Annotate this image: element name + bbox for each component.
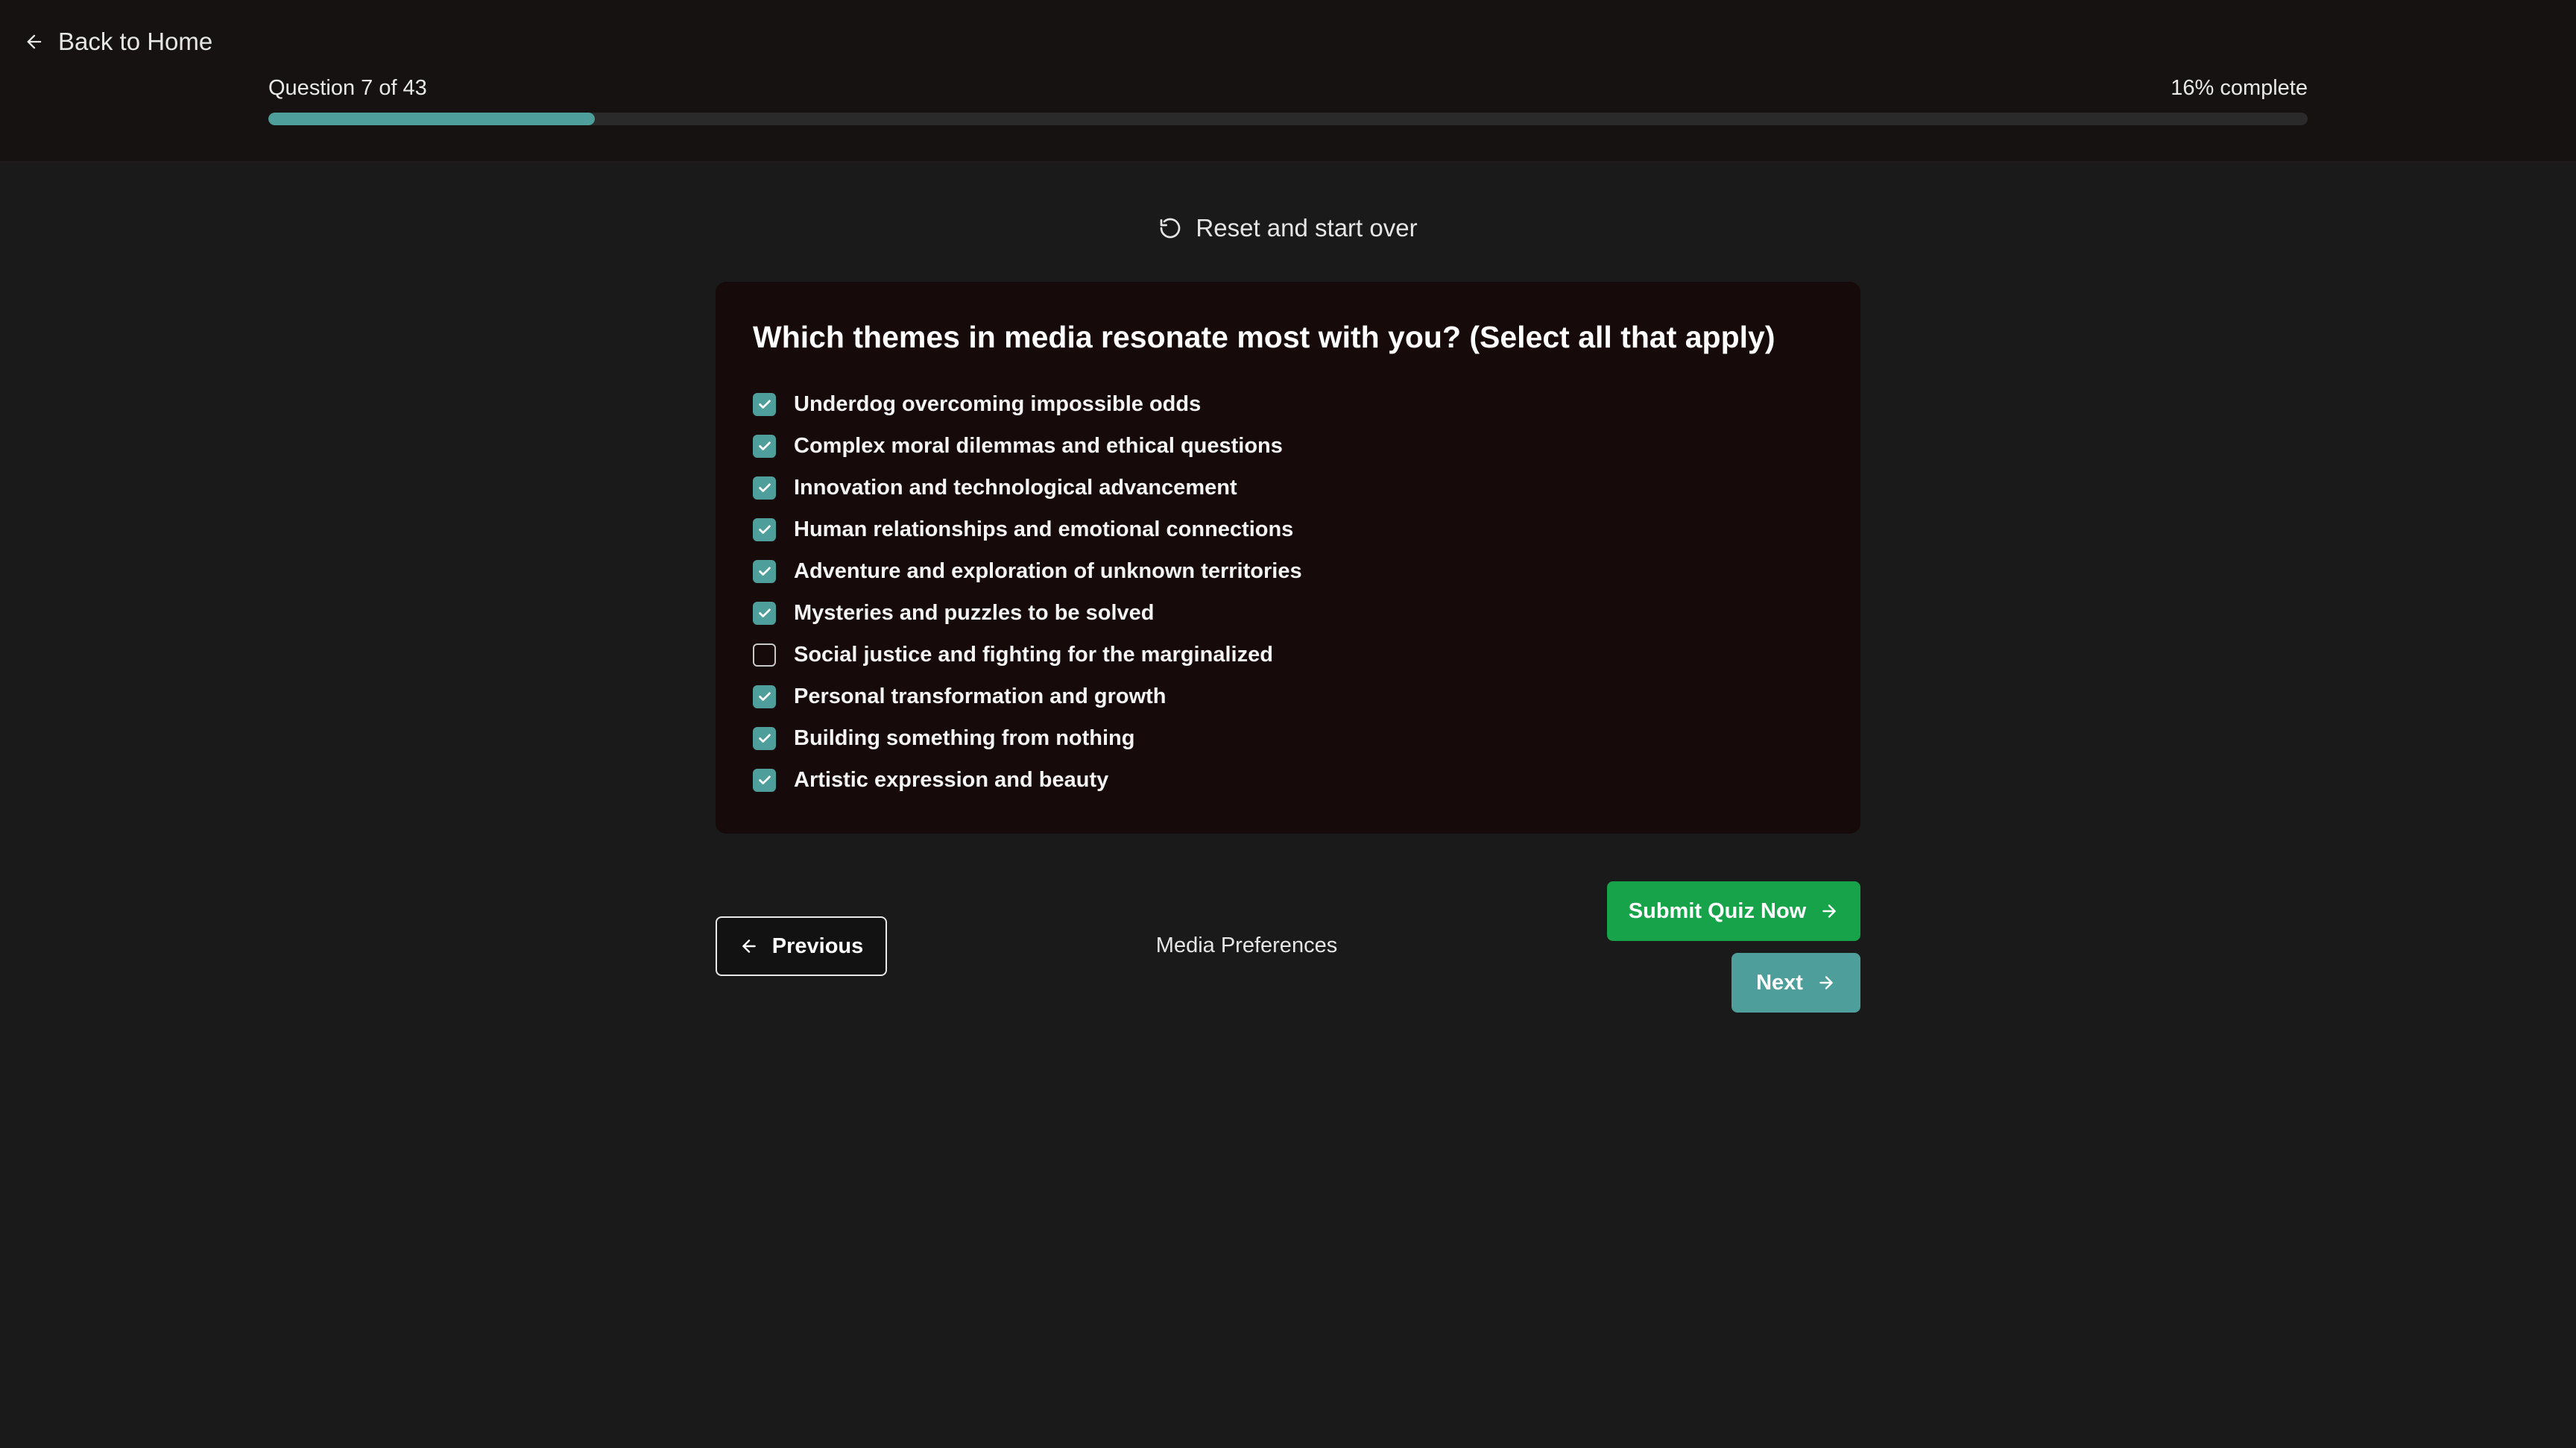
check-icon — [758, 692, 771, 701]
submit-quiz-button[interactable]: Submit Quiz Now — [1607, 881, 1860, 941]
checkbox[interactable] — [753, 726, 776, 750]
arrow-left-icon — [742, 939, 756, 953]
back-to-home-link[interactable]: Back to Home — [24, 27, 212, 57]
option-item[interactable]: Artistic expression and beauty — [753, 759, 1823, 801]
checkbox[interactable] — [753, 476, 776, 500]
checkbox[interactable] — [753, 392, 776, 416]
reset-row: Reset and start over — [0, 212, 2576, 245]
option-label: Personal transformation and growth — [794, 684, 1167, 708]
submit-label: Submit Quiz Now — [1628, 898, 1807, 923]
check-icon — [758, 400, 771, 409]
arrow-right-icon — [1819, 976, 1833, 989]
arrow-right-icon — [1822, 904, 1836, 918]
option-label: Adventure and exploration of unknown ter… — [794, 558, 1302, 583]
checkbox[interactable] — [753, 601, 776, 625]
back-to-home-label: Back to Home — [58, 28, 213, 55]
quiz-header: Back to Home Question 7 of 43 16% comple… — [0, 0, 2576, 163]
rotate-ccw-icon — [1161, 218, 1181, 239]
option-item[interactable]: Social justice and fighting for the marg… — [753, 634, 1823, 676]
option-item[interactable]: Human relationships and emotional connec… — [753, 509, 1823, 550]
question-counter: Question 7 of 43 — [268, 75, 427, 100]
check-icon — [758, 775, 771, 784]
option-label: Human relationships and emotional connec… — [794, 517, 1294, 541]
arrow-left-icon — [27, 34, 42, 49]
checkbox[interactable] — [753, 684, 776, 708]
progress-bar — [268, 113, 2308, 125]
option-item[interactable]: Complex moral dilemmas and ethical quest… — [753, 425, 1823, 467]
option-label: Mysteries and puzzles to be solved — [794, 600, 1155, 625]
progress-bar-fill — [268, 113, 595, 125]
check-icon — [758, 483, 771, 492]
option-label: Social justice and fighting for the marg… — [794, 642, 1273, 667]
checkbox[interactable] — [753, 768, 776, 792]
option-label: Complex moral dilemmas and ethical quest… — [794, 433, 1283, 458]
option-item[interactable]: Innovation and technological advancement — [753, 467, 1823, 509]
check-icon — [758, 525, 771, 534]
option-item[interactable]: Mysteries and puzzles to be solved — [753, 592, 1823, 634]
check-icon — [758, 567, 771, 576]
previous-button[interactable]: Previous — [716, 916, 887, 976]
check-icon — [758, 608, 771, 617]
reset-label: Reset and start over — [1196, 214, 1418, 242]
checkbox[interactable] — [753, 559, 776, 583]
reset-button[interactable]: Reset and start over — [1158, 214, 1418, 242]
next-label: Next — [1756, 970, 1803, 995]
progress-meta: Question 7 of 43 16% complete — [268, 75, 2308, 101]
question-text: Which themes in media resonate most with… — [753, 320, 1775, 354]
options-list: Underdog overcoming impossible odds Comp… — [753, 383, 1823, 801]
option-label: Building something from nothing — [794, 725, 1135, 750]
option-label: Innovation and technological advancement — [794, 475, 1237, 500]
progress-percent: 16% complete — [2171, 75, 2308, 100]
option-item[interactable]: Adventure and exploration of unknown ter… — [753, 550, 1823, 592]
check-icon — [758, 734, 771, 743]
check-icon — [758, 441, 771, 450]
previous-label: Previous — [771, 934, 864, 958]
option-item[interactable]: Personal transformation and growth — [753, 676, 1823, 717]
checkbox[interactable] — [753, 643, 776, 667]
section-label: Media Preferences — [1155, 934, 1338, 957]
question-card: Which themes in media resonate most with… — [716, 282, 1860, 834]
checkbox[interactable] — [753, 434, 776, 458]
option-label: Underdog overcoming impossible odds — [794, 391, 1202, 416]
next-button[interactable]: Next — [1731, 953, 1860, 1013]
checkbox[interactable] — [753, 517, 776, 541]
option-item[interactable]: Building something from nothing — [753, 717, 1823, 759]
option-label: Artistic expression and beauty — [794, 767, 1109, 792]
option-item[interactable]: Underdog overcoming impossible odds — [753, 383, 1823, 425]
